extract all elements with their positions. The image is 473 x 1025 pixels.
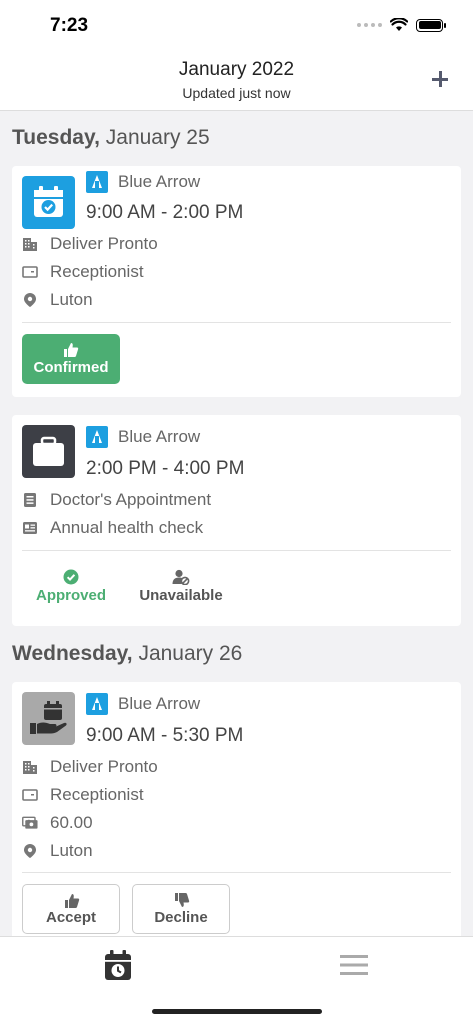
pay-amount: 60.00 <box>50 813 93 832</box>
status-time: 7:23 <box>50 15 89 36</box>
document-icon <box>22 492 38 508</box>
page-title: January 2022 <box>178 59 295 80</box>
role-name: Receptionist <box>50 262 144 281</box>
company: Blue Arrow <box>86 693 200 715</box>
blue-arrow-logo-icon <box>86 171 108 193</box>
pay-row: 60.00 <box>22 813 93 833</box>
location-name: Luton <box>50 841 93 860</box>
note-row: Annual health check <box>22 518 203 538</box>
calendar-check-icon <box>22 176 75 229</box>
battery-icon <box>416 18 446 32</box>
company-name: Blue Arrow <box>118 694 201 713</box>
tab-menu[interactable] <box>340 953 368 977</box>
divider <box>22 872 451 873</box>
wifi-icon <box>390 18 408 31</box>
unavailable-status: Unavailable <box>131 569 231 604</box>
company: Blue Arrow <box>86 426 200 448</box>
map-pin-icon <box>22 292 38 308</box>
client-row: Deliver Pronto <box>22 234 158 254</box>
calendar-clock-icon <box>105 950 131 980</box>
blue-arrow-logo-icon <box>86 693 108 715</box>
status-bar: 7:23 <box>0 0 473 52</box>
blue-arrow-logo-icon <box>86 426 108 448</box>
add-icon[interactable] <box>427 66 453 92</box>
day-weekday: Tuesday, <box>12 126 100 149</box>
unavailability-card[interactable]: Blue Arrow 2:00 PM - 4:00 PM Doctor's Ap… <box>12 415 461 626</box>
money-icon <box>22 815 38 831</box>
day-heading-wednesday: Wednesday, January 26 <box>12 642 242 666</box>
tab-schedule[interactable] <box>104 949 132 981</box>
day-date: January 25 <box>105 126 210 149</box>
map-pin-icon <box>22 843 38 859</box>
location-row: Luton <box>22 290 93 310</box>
page-subtitle: Updated just now <box>182 85 291 101</box>
day-date: January 26 <box>138 642 243 665</box>
home-indicator[interactable] <box>152 1009 322 1014</box>
location-row: Luton <box>22 841 93 861</box>
thumbs-up-icon <box>65 894 80 908</box>
reason-text: Doctor's Appointment <box>50 490 212 509</box>
id-card-icon <box>22 264 38 280</box>
client-row: Deliver Pronto <box>22 757 158 777</box>
hand-calendar-icon <box>22 692 75 745</box>
divider <box>22 322 451 323</box>
day-weekday: Wednesday, <box>12 642 133 665</box>
approved-label: Approved <box>35 587 106 604</box>
reason-row: Doctor's Appointment <box>22 490 211 510</box>
building-icon <box>22 236 38 252</box>
approved-status: Approved <box>21 569 121 604</box>
divider <box>22 550 451 551</box>
shift-offer-card[interactable]: Blue Arrow 9:00 AM - 5:30 PM Deliver Pro… <box>12 682 461 942</box>
id-card-icon <box>22 787 38 803</box>
day-heading-tuesday: Tuesday, January 25 <box>12 126 210 150</box>
thumbs-down-icon <box>175 893 190 907</box>
accept-label: Accept <box>45 909 97 926</box>
shift-time: 2:00 PM - 4:00 PM <box>86 458 245 479</box>
unavailable-label: Unavailable <box>139 587 223 604</box>
client-name: Deliver Pronto <box>50 234 158 253</box>
shift-time: 9:00 AM - 2:00 PM <box>86 202 244 223</box>
decline-button[interactable]: Decline <box>132 884 230 934</box>
check-circle-icon <box>63 569 79 585</box>
building-icon <box>22 759 38 775</box>
confirmed-label: Confirmed <box>33 359 109 376</box>
accept-button[interactable]: Accept <box>22 884 120 934</box>
note-icon <box>22 520 38 536</box>
status-icons <box>357 18 446 32</box>
shift-time: 9:00 AM - 5:30 PM <box>86 725 244 746</box>
menu-icon <box>340 955 368 975</box>
role-row: Receptionist <box>22 785 144 805</box>
signal-icon <box>357 23 382 27</box>
thumbs-up-icon <box>64 343 79 357</box>
user-unavailable-icon <box>172 569 190 585</box>
role-row: Receptionist <box>22 262 144 282</box>
company: Blue Arrow <box>86 171 200 193</box>
decline-label: Decline <box>154 909 208 926</box>
confirmed-button[interactable]: Confirmed <box>22 334 120 384</box>
company-name: Blue Arrow <box>118 427 201 446</box>
role-name: Receptionist <box>50 785 144 804</box>
shift-card[interactable]: Blue Arrow 9:00 AM - 2:00 PM Deliver Pro… <box>12 166 461 397</box>
note-text: Annual health check <box>50 518 204 537</box>
app-header: January 2022 Updated just now <box>0 52 473 111</box>
client-name: Deliver Pronto <box>50 757 158 776</box>
company-name: Blue Arrow <box>118 172 201 191</box>
briefcase-icon <box>22 425 75 478</box>
location-name: Luton <box>50 290 93 309</box>
